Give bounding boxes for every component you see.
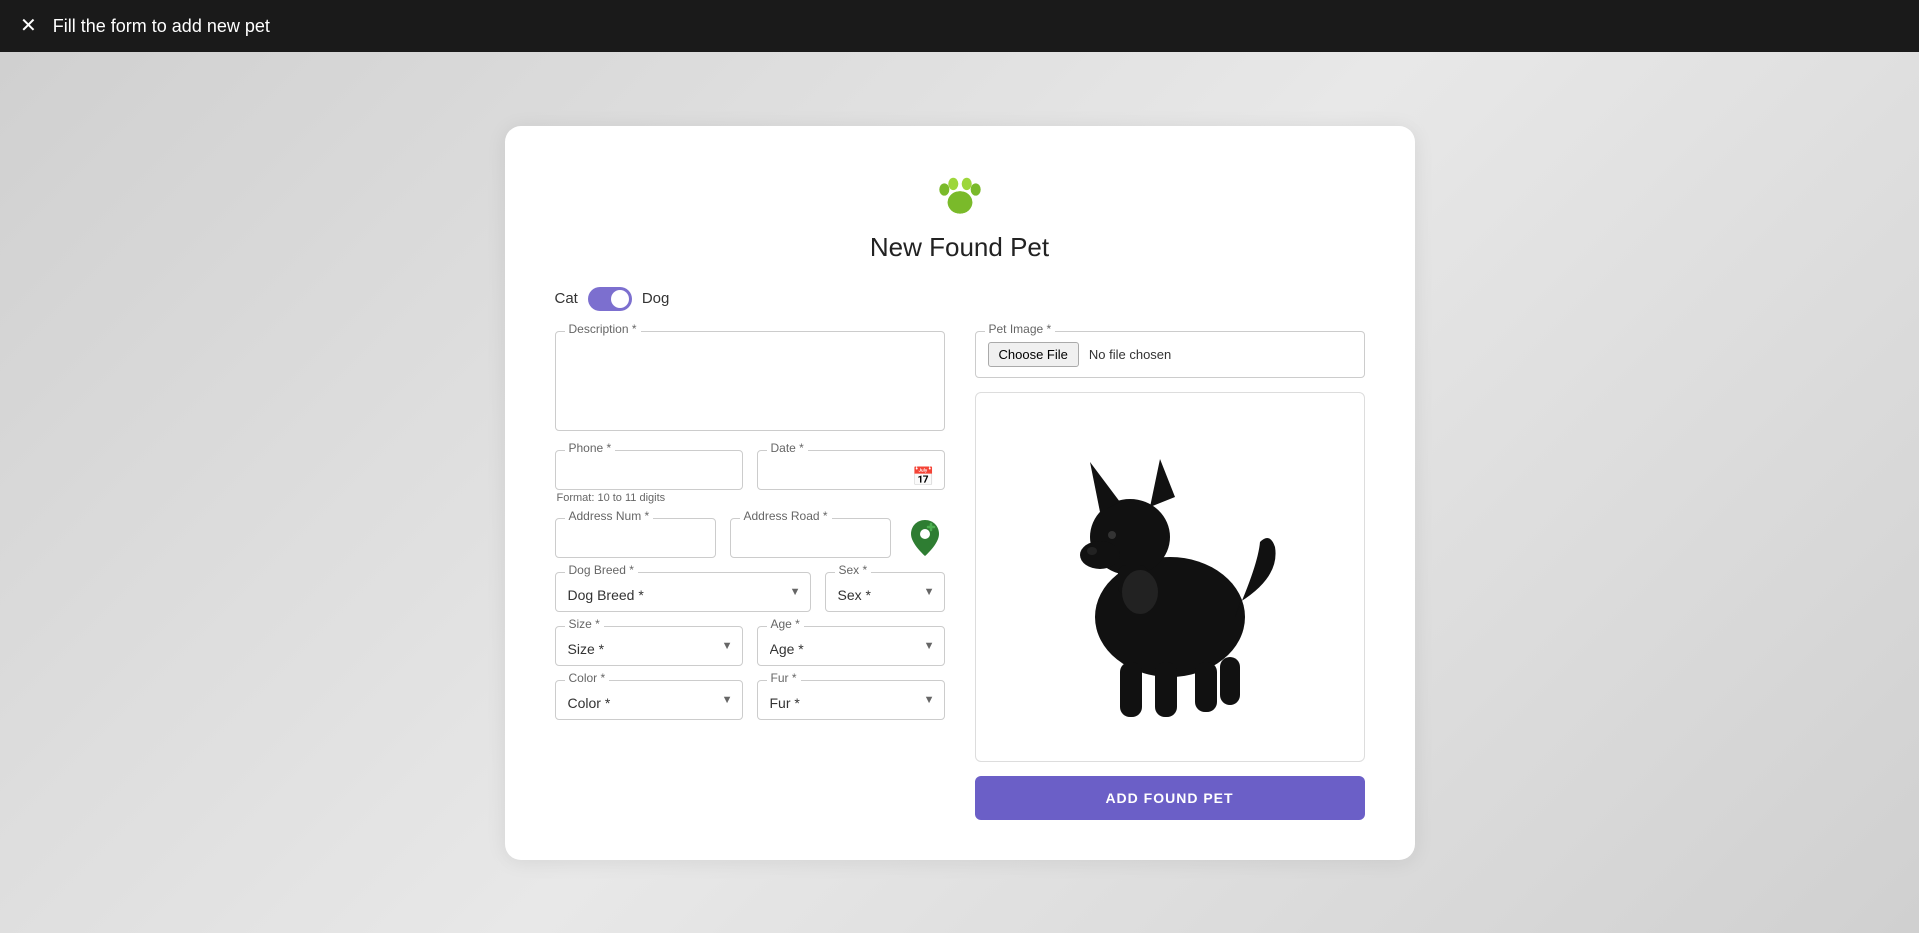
color-select[interactable]: Color *	[555, 680, 743, 720]
phone-date-row: Phone * Format: 10 to 11 digits Date * 📅	[555, 450, 945, 504]
topbar-title: Fill the form to add new pet	[53, 16, 270, 37]
form-body: Description * Phone * Format: 10 to 11 d…	[555, 331, 1365, 820]
right-column: Pet Image * Choose File No file chosen	[975, 331, 1365, 820]
paw-icon	[932, 166, 988, 222]
description-field: Description *	[555, 331, 945, 436]
file-name-display: No file chosen	[1089, 347, 1171, 362]
age-field: Age * Age *	[757, 626, 945, 666]
topbar: ✕ Fill the form to add new pet	[0, 0, 1919, 52]
size-age-row: Size * Size * Age * Age *	[555, 626, 945, 666]
size-select[interactable]: Size *	[555, 626, 743, 666]
pet-type-toggle[interactable]	[588, 287, 632, 311]
choose-file-button[interactable]: Choose File	[988, 342, 1079, 367]
close-icon[interactable]: ✕	[20, 16, 37, 36]
address-num-field: Address Num *	[555, 518, 716, 558]
pet-image-field: Pet Image * Choose File No file chosen	[975, 331, 1365, 378]
location-button[interactable]	[905, 518, 945, 558]
pet-type-toggle-row: Cat Dog	[555, 287, 1365, 311]
phone-hint: Format: 10 to 11 digits	[555, 492, 743, 504]
add-found-pet-button[interactable]: ADD FOUND PET	[975, 776, 1365, 820]
dog-breed-select[interactable]: Dog Breed *	[555, 572, 811, 612]
dog-silhouette-image	[1040, 417, 1300, 737]
fur-select[interactable]: Fur *	[757, 680, 945, 720]
location-pin-icon	[909, 520, 941, 556]
dog-breed-field: Dog Breed * Dog Breed *	[555, 572, 811, 612]
sex-field: Sex * Sex *	[825, 572, 945, 612]
background: New Found Pet Cat Dog Description *	[0, 52, 1919, 933]
dog-label: Dog	[642, 290, 670, 307]
card-title: New Found Pet	[870, 232, 1049, 263]
phone-input[interactable]	[555, 450, 743, 490]
address-road-input[interactable]	[730, 518, 891, 558]
form-card: New Found Pet Cat Dog Description *	[505, 126, 1415, 860]
address-num-input[interactable]	[555, 518, 716, 558]
age-select[interactable]: Age *	[757, 626, 945, 666]
pet-image-label: Pet Image *	[985, 322, 1056, 336]
color-fur-row: Color * Color * Fur * Fur *	[555, 680, 945, 720]
date-field: Date * 📅	[757, 450, 945, 504]
left-column: Description * Phone * Format: 10 to 11 d…	[555, 331, 945, 820]
breed-sex-row: Dog Breed * Dog Breed * Sex * Sex *	[555, 572, 945, 612]
size-field: Size * Size *	[555, 626, 743, 666]
address-row: Address Num * Address Road *	[555, 518, 945, 558]
date-input[interactable]	[757, 450, 945, 490]
pet-image-preview	[975, 392, 1365, 762]
cat-label: Cat	[555, 290, 578, 307]
fur-field: Fur * Fur *	[757, 680, 945, 720]
sex-select[interactable]: Sex *	[825, 572, 945, 612]
description-input[interactable]	[555, 331, 945, 431]
phone-field: Phone * Format: 10 to 11 digits	[555, 450, 743, 504]
file-input-box: Choose File No file chosen	[975, 331, 1365, 378]
address-road-field: Address Road *	[730, 518, 891, 558]
card-header: New Found Pet	[555, 166, 1365, 263]
color-field: Color * Color *	[555, 680, 743, 720]
